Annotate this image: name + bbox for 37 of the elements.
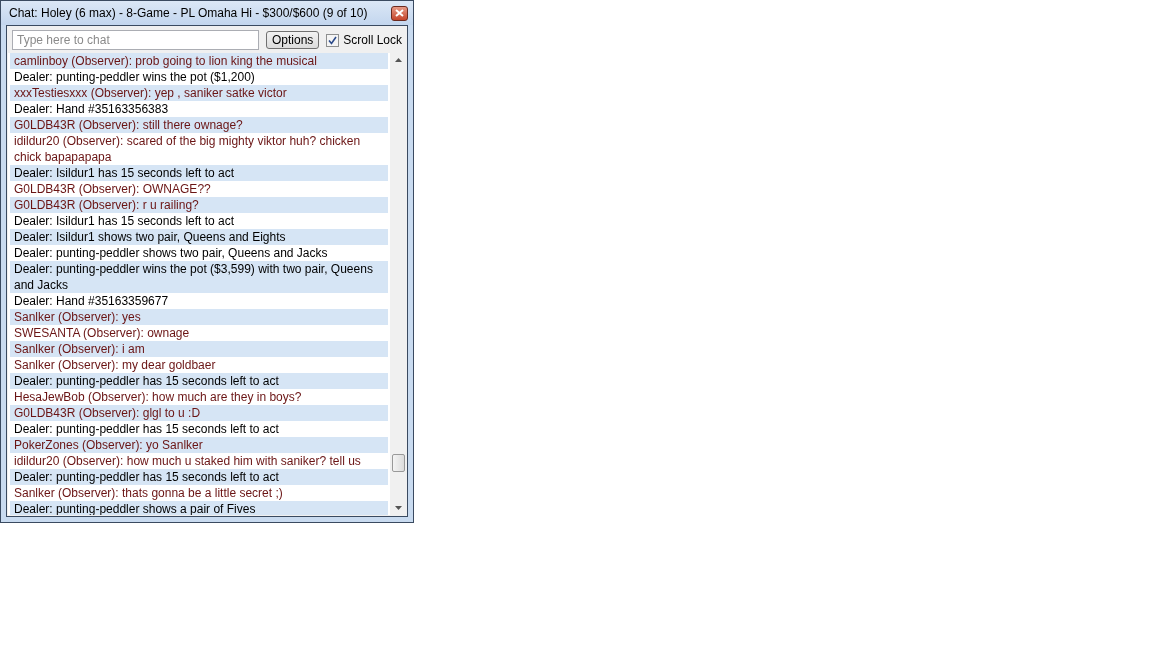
chat-message: Dealer: Isildur1 shows two pair, Queens and Eights bbox=[10, 229, 388, 245]
chat-message: Dealer: Isildur1 has 15 seconds left to act bbox=[10, 165, 388, 181]
chat-message: Sanlker (Observer): i am bbox=[10, 341, 388, 357]
chat-message: Sanlker (Observer): thats gonna be a little secret ;) bbox=[13, 485, 284, 501]
chat-message: Dealer: punting-peddler has 15 seconds left to act bbox=[10, 469, 388, 485]
chat-message: Dealer: Hand #35163359677 bbox=[13, 293, 170, 309]
chat-message: G0LDB43R (Observer): OWNAGE?? bbox=[13, 181, 212, 197]
scroll-down-icon[interactable] bbox=[395, 506, 402, 510]
chat-message: Sanlker (Observer): yes bbox=[10, 309, 388, 325]
chat-message: G0LDB43R (Observer): still there ownage? bbox=[10, 117, 388, 133]
chat-message: Sanlker (Observer): my dear goldbaer bbox=[13, 357, 217, 373]
scroll-lock-checkbox[interactable] bbox=[326, 33, 340, 47]
scroll-up-icon[interactable] bbox=[395, 58, 402, 62]
chat-message: Dealer: punting-peddler wins the pot ($3,599) with two pair, Queens and Jacks bbox=[10, 261, 388, 293]
chat-message: Dealer: punting-peddler has 15 seconds left to act bbox=[10, 373, 388, 389]
chat-message: Dealer: Hand #35163356383 bbox=[13, 101, 170, 117]
chat-message: Dealer: Isildur1 has 15 seconds left to act bbox=[13, 213, 236, 229]
chat-message: idildur20 (Observer): how much u staked him with saniker? tell us bbox=[13, 453, 362, 469]
chat-message: G0LDB43R (Observer): glgl to u :D bbox=[10, 405, 388, 421]
chat-message: SWESANTA (Observer): ownage bbox=[13, 325, 191, 341]
close-icon bbox=[395, 9, 404, 17]
options-button[interactable]: Options bbox=[265, 31, 320, 49]
chat-message: idildur20 (Observer): scared of the big mighty viktor huh? chicken chick bapapapapa bbox=[13, 133, 362, 165]
chat-message: Dealer: punting-peddler shows a pair of Fives bbox=[10, 501, 388, 515]
scroll-thumb[interactable] bbox=[392, 454, 405, 472]
chat-message: PokerZones (Observer): yo Sanlker bbox=[10, 437, 388, 453]
chat-message: camlinboy (Observer): prob going to lion king the musical bbox=[10, 53, 388, 69]
chat-message: xxxTestiesxxx (Observer): yep , saniker satke victor bbox=[10, 85, 388, 101]
chat-message: Dealer: punting-peddler has 15 seconds left to act bbox=[13, 421, 280, 437]
close-button[interactable] bbox=[391, 5, 408, 21]
chat-message: HesaJewBob (Observer): how much are they in boys? bbox=[13, 389, 303, 405]
scroll-lock-label: Scroll Lock bbox=[343, 33, 402, 47]
chat-message: Dealer: punting-peddler wins the pot ($1,200) bbox=[13, 69, 256, 85]
chat-input[interactable]: Type here to chat bbox=[12, 30, 259, 50]
window-title: Chat: Holey (6 max) - 8-Game - PL Omaha Hi - $300/$600 (9 of 10) bbox=[9, 6, 368, 20]
chat-message: G0LDB43R (Observer): r u railing? bbox=[10, 197, 388, 213]
chat-message: Dealer: punting-peddler shows two pair, Queens and Jacks bbox=[13, 245, 329, 261]
